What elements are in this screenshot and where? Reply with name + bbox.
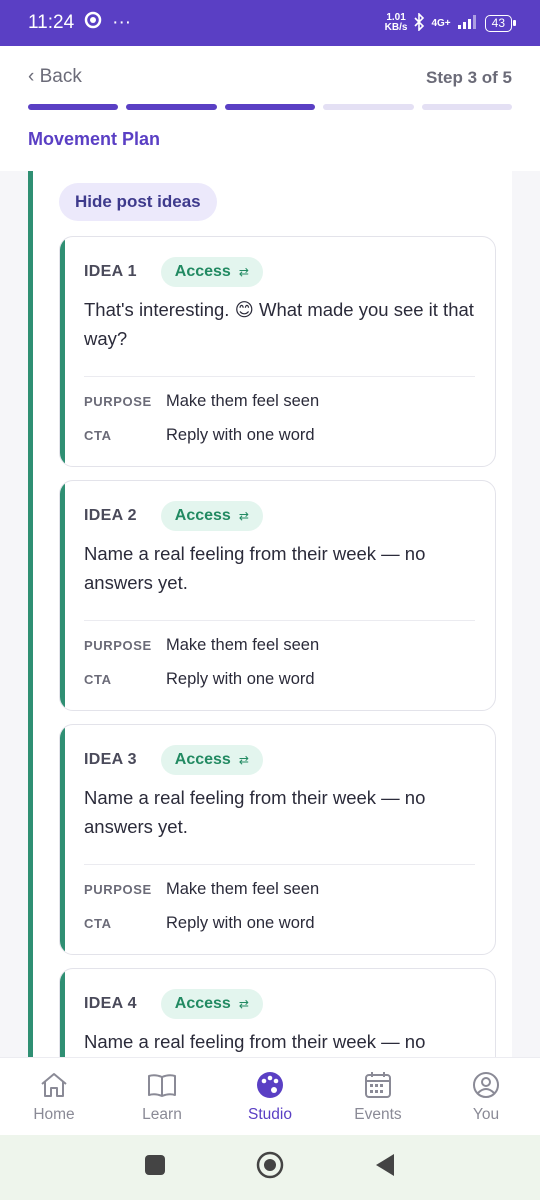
purpose-key: PURPOSE [84,882,152,897]
palette-icon [255,1070,285,1100]
sync-icon [84,11,102,35]
idea-card: IDEA 1 Access ⇄ That's interesting. 😊 Wha… [59,236,496,467]
purpose-row: PURPOSE Make them feel seen [84,880,319,899]
purpose-row: PURPOSE Make them feel seen [84,392,319,411]
purpose-row: PURPOSE Make them feel seen [84,636,319,655]
hide-post-ideas-button[interactable]: Hide post ideas [59,183,217,221]
access-badge[interactable]: Access ⇄ [160,745,263,775]
nav-home[interactable]: Home [0,1058,108,1135]
purpose-key: PURPOSE [84,394,152,409]
idea-text: Name a real feeling from their week — no… [84,543,426,593]
more-notifications-icon: ··· [112,12,132,33]
nav-studio[interactable]: Studio [216,1058,324,1135]
nav-learn[interactable]: Learn [108,1058,216,1135]
bluetooth-icon [413,11,425,34]
progress-segment [126,104,217,110]
idea-label: IDEA 4 [84,995,137,1012]
network-type: 4G+ [431,17,451,29]
idea-card: IDEA 4 Access ⇄ Name a real feeling from … [59,968,496,1057]
purpose-value: Make them feel seen [166,392,320,410]
access-badge[interactable]: Access ⇄ [160,257,263,287]
scroll-content[interactable]: Hide post ideas IDEA 1 Access ⇄ That's in… [0,171,540,1057]
idea-text: That's interesting. 😊 What made you see … [84,299,474,349]
profile-icon [471,1070,501,1100]
nav-events[interactable]: Events [324,1058,432,1135]
swap-icon: ⇄ [238,753,249,767]
cta-row: CTA Reply with one word [84,426,315,445]
access-badge[interactable]: Access ⇄ [160,501,263,531]
bottom-nav: Home Learn Studio Events You [0,1057,540,1135]
idea-text: Name a real feeling from their week — no… [84,1031,426,1052]
step-indicator: Step 3 of 5 [426,68,512,87]
status-bar: 11:24 ··· 1.01 KB/s 4G+ 43 [0,0,540,46]
idea-text: Name a real feeling from their week — no… [84,787,426,837]
home-button[interactable] [256,1151,284,1184]
progress-segment [28,104,119,110]
cta-value: Reply with one word [166,670,315,688]
status-time: 11:24 [28,12,75,33]
divider [84,376,475,377]
divider [84,864,475,865]
idea-label: IDEA 2 [84,507,137,524]
cta-row: CTA Reply with one word [84,670,315,689]
cta-row: CTA Reply with one word [84,914,315,933]
back-button[interactable]: ‹ Back [28,66,82,88]
purpose-key: PURPOSE [84,638,152,653]
signal-icon [457,14,479,33]
cta-key: CTA [84,428,112,443]
idea-label: IDEA 1 [84,263,137,280]
cta-key: CTA [84,672,112,687]
nav-you[interactable]: You [432,1058,540,1135]
progress-segment [323,104,414,110]
swap-icon: ⇄ [238,509,249,523]
back-nav-button[interactable] [374,1153,396,1182]
cta-key: CTA [84,916,112,931]
access-badge[interactable]: Access ⇄ [160,989,263,1019]
idea-card: IDEA 2 Access ⇄ Name a real feeling from … [59,480,496,711]
cta-value: Reply with one word [166,426,315,444]
battery-indicator: 43 [484,14,517,32]
step-progress-bar [28,104,513,110]
progress-segment [224,104,316,110]
recent-apps-button[interactable] [144,1154,166,1181]
section-title: Movement Plan [28,129,161,149]
purpose-value: Make them feel seen [166,636,320,654]
book-icon [147,1070,177,1100]
progress-segment [421,104,513,110]
cta-value: Reply with one word [166,914,315,932]
calendar-icon [363,1070,393,1100]
swap-icon: ⇄ [238,997,249,1011]
divider [84,620,475,621]
purpose-value: Make them feel seen [166,880,320,898]
net-speed: 1.01 KB/s [384,12,408,33]
idea-card: IDEA 3 Access ⇄ Name a real feeling from … [59,724,496,955]
idea-label: IDEA 3 [84,751,137,768]
swap-icon: ⇄ [238,265,249,279]
system-nav-bar [0,1135,540,1200]
header: ‹ Back Step 3 of 5 Movement Plan [0,46,540,171]
post-ideas-panel: Hide post ideas IDEA 1 Access ⇄ That's in… [28,171,512,1057]
home-icon [39,1070,69,1100]
